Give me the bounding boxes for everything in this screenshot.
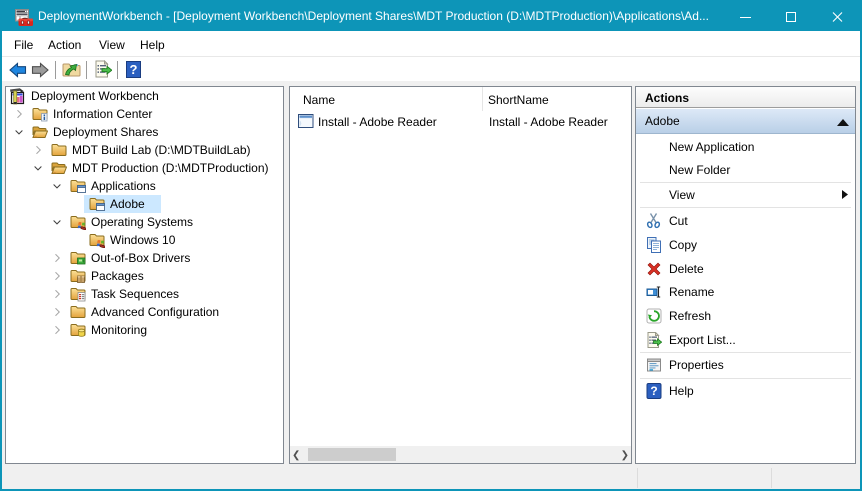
svg-text:?: ? xyxy=(130,62,138,77)
